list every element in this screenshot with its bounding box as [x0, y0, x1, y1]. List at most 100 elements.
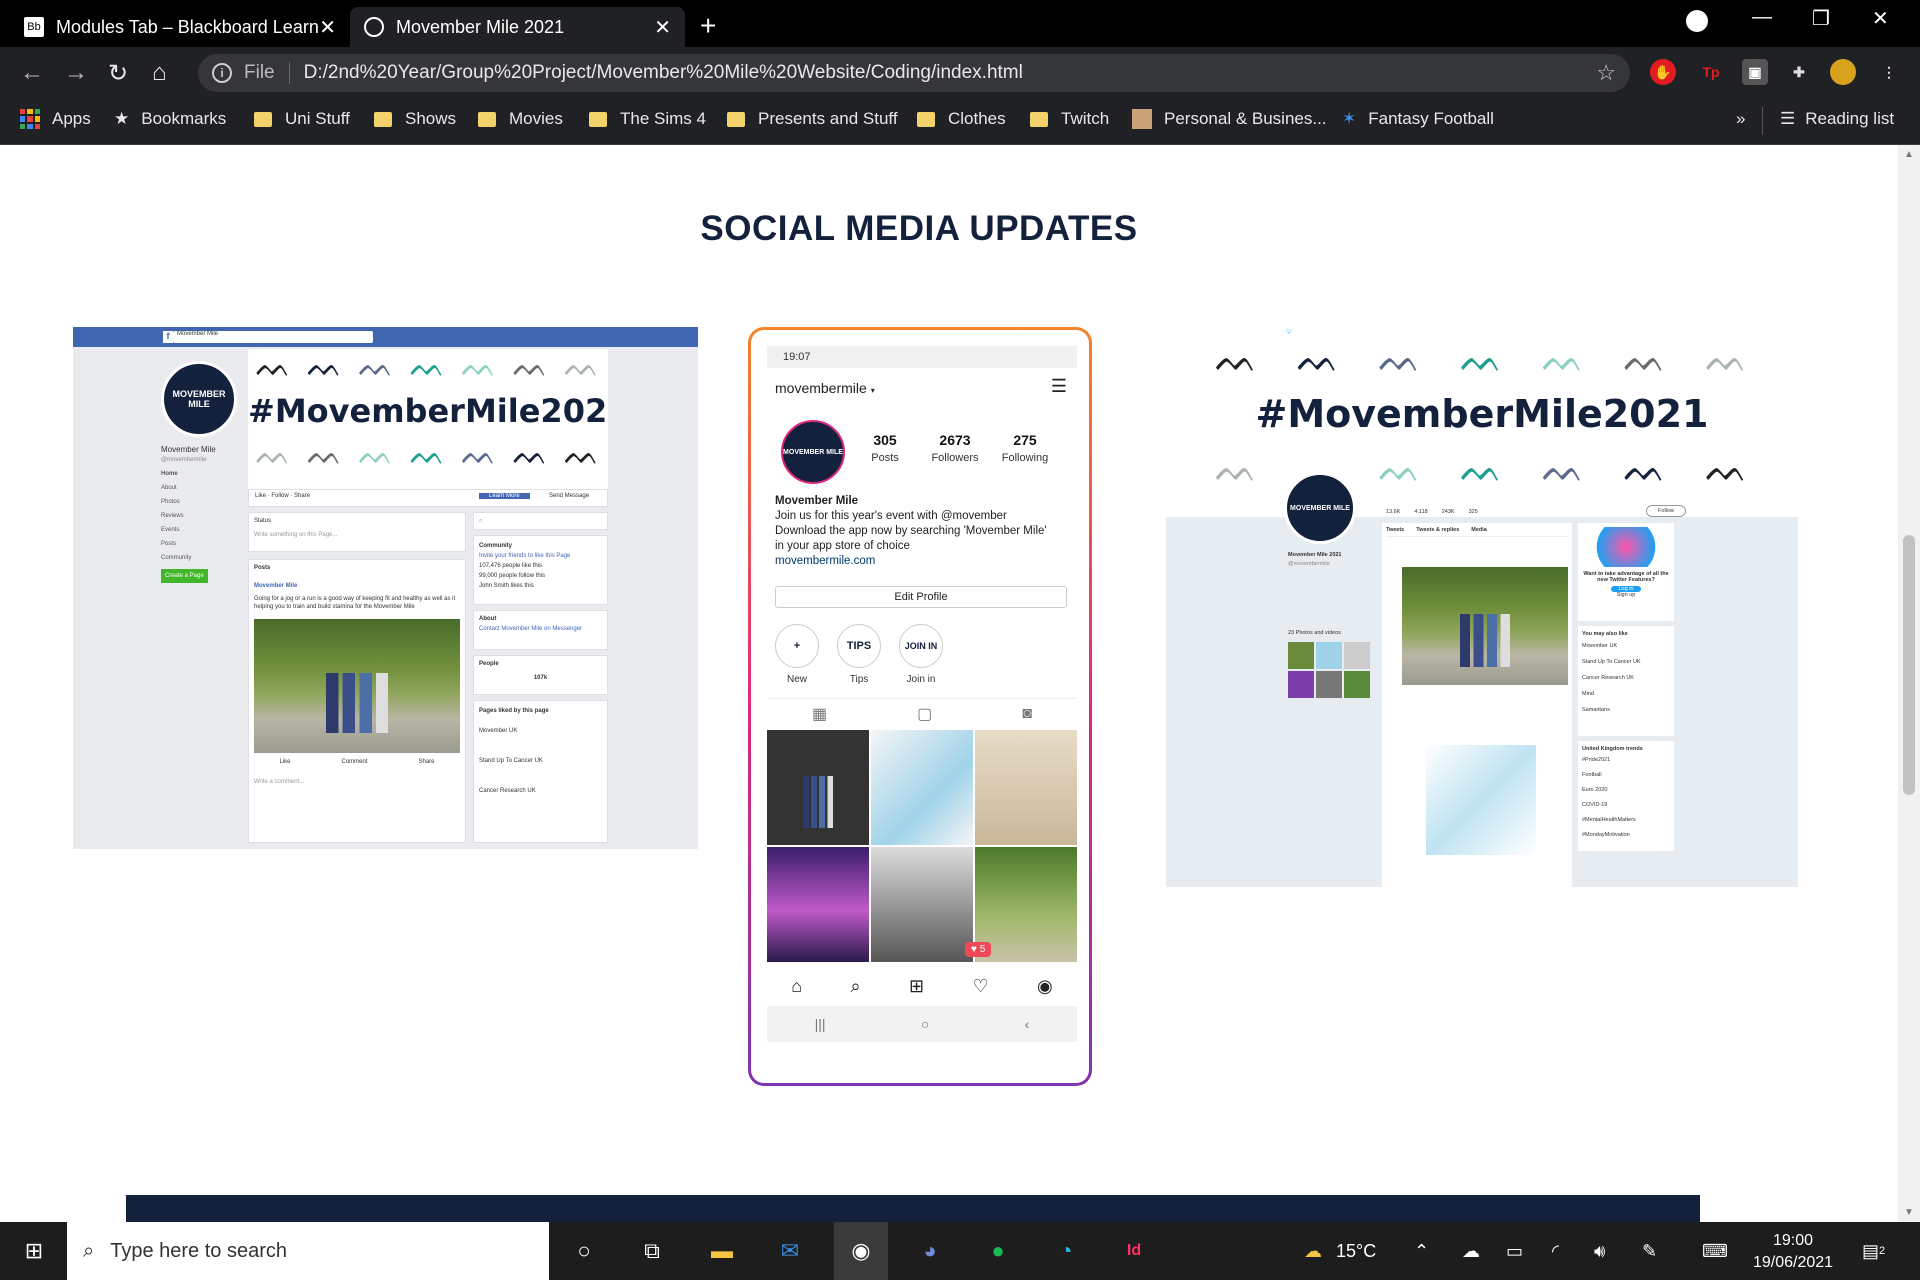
instagram-profile-tabs: ▦ ▢ ◙ [767, 698, 1077, 728]
bookmark-bookmarks[interactable]: ★ Bookmarks [114, 109, 226, 129]
android-back-icon: ‹ [1024, 1016, 1030, 1032]
bookmark-label: Movies [509, 109, 563, 128]
bookmark-apps[interactable]: Apps [20, 109, 91, 129]
task-view-icon[interactable]: ⧉ [636, 1236, 668, 1266]
url-text[interactable]: D:/2nd%20Year/Group%20Project/Movember%2… [304, 62, 1023, 84]
address-bar[interactable]: i File D:/2nd%20Year/Group%20Project/Mov… [198, 54, 1630, 92]
instagram-screenshot: 19:07 movembermile ▾ ☰ MOVEMBER MILE 305… [748, 327, 1092, 1086]
web-page: SOCIAL MEDIA UPDATES f Movember Mile MOV… [0, 145, 1898, 1222]
minimize-button[interactable]: — [1752, 6, 1772, 29]
taskbar-clock[interactable]: 19:00 19/06/2021 [1738, 1230, 1848, 1274]
profile-avatar[interactable] [1830, 59, 1856, 85]
bookmark-label: Twitch [1061, 109, 1110, 128]
chrome-icon[interactable]: ◉ [834, 1222, 888, 1280]
twitter-trends-card: United Kingdom trends #Pride2021 Footbal… [1578, 741, 1674, 851]
bookmark-movies[interactable]: Movies [478, 109, 563, 129]
bookmarks-overflow-button[interactable]: » [1736, 109, 1745, 129]
battery-icon[interactable]: ▭ [1506, 1222, 1523, 1280]
edge-icon[interactable]: ◔ [1050, 1236, 1082, 1266]
moustache-icon: ᨓ [461, 438, 498, 471]
bookmark-the-sims-4[interactable]: The Sims 4 [589, 109, 706, 129]
indesign-icon[interactable]: Id [1118, 1236, 1150, 1266]
bookmark-twitch[interactable]: Twitch [1030, 109, 1109, 129]
scroll-up-icon[interactable]: ▲ [1904, 149, 1914, 160]
volume-icon[interactable]: 🔊︎ [1594, 1222, 1605, 1280]
username-text: movembermile [775, 380, 867, 396]
folder-icon [374, 111, 392, 127]
reading-list-icon: ☰ [1780, 109, 1796, 128]
taskbar-search[interactable]: ⌕ Type here to search [67, 1222, 549, 1280]
bookmark-personal-business[interactable]: Personal & Busines... [1132, 109, 1327, 129]
folder-icon [1030, 111, 1048, 127]
tp-extension-icon[interactable]: Tp [1698, 59, 1724, 85]
mail-icon[interactable]: ✉ [774, 1236, 806, 1266]
facebook-cover: ᨓᨓᨓᨓᨓᨓᨓ #MovemberMile2021 ᨓᨓᨓᨓᨓᨓᨓ [248, 349, 608, 489]
onedrive-icon[interactable]: ☁ [1462, 1222, 1480, 1280]
puzzle-extensions-icon[interactable]: ✚ [1786, 59, 1812, 85]
plus-icon: + [775, 624, 819, 668]
restore-button[interactable]: ❐ [1812, 6, 1830, 31]
bookmark-shows[interactable]: Shows [374, 109, 456, 129]
tab-blackboard[interactable]: Bb Modules Tab – Blackboard Learn ✕ [10, 7, 350, 47]
windows-start-icon[interactable]: ⊞ [18, 1236, 50, 1266]
menu-kebab-icon[interactable]: ⋮ [1876, 59, 1902, 85]
reading-list-button[interactable]: ☰ Reading list [1780, 109, 1894, 129]
new-tab-button[interactable]: + [700, 10, 716, 42]
tab-movember-mile[interactable]: Movember Mile 2021 ✕ [350, 7, 685, 47]
twitter-timeline: Tweets Tweets & replies Media [1382, 523, 1572, 887]
twitter-handle: @movembermile [1288, 561, 1330, 567]
moustache-icon: ᨓ [1215, 338, 1259, 379]
bookmark-label: Clothes [948, 109, 1006, 128]
bookmark-uni-stuff[interactable]: Uni Stuff [254, 109, 350, 129]
scroll-down-icon[interactable]: ▼ [1904, 1207, 1914, 1218]
following-stat: 275 Following [995, 432, 1055, 464]
reload-button[interactable]: ↻ [108, 59, 128, 88]
moustache-icon: ᨓ [1623, 448, 1667, 489]
highlight-new: + New [775, 624, 819, 685]
bookmark-star-icon[interactable]: ☆ [1596, 60, 1616, 86]
also-like-title: You may also like [1582, 631, 1628, 637]
highlight-label: Join in [906, 674, 936, 685]
highlight-join-in: JOIN IN Join in [899, 624, 943, 685]
suggested-account: Samaritans [1582, 707, 1610, 713]
cortana-icon[interactable]: ○ [568, 1236, 600, 1266]
liked-page: Movember UK [479, 728, 518, 734]
twitter-media-thumbs [1288, 642, 1370, 698]
moustache-icon: ᨓ [307, 350, 344, 383]
bookmark-fantasy-football[interactable]: ✶ Fantasy Football [1342, 109, 1494, 129]
close-tab-icon[interactable]: ✕ [654, 15, 671, 40]
pen-icon[interactable]: ✎ [1642, 1222, 1657, 1280]
twitter-cover: ᨓᨓᨓᨓᨓᨓᨓ #MovemberMile2021 ᨓᨓᨓᨓᨓᨓᨓ [1166, 339, 1798, 517]
status-label: Status [254, 518, 272, 524]
keyboard-icon[interactable]: ⌨ [1702, 1222, 1728, 1280]
show-hidden-icons[interactable]: ⌃ [1414, 1222, 1429, 1280]
discord-icon[interactable]: ◕ [914, 1236, 946, 1266]
page-scrollbar[interactable]: ▲ ▼ [1898, 145, 1920, 1222]
twitter-stats: 13.6K 4,118 243K 325 [1382, 505, 1582, 517]
file-explorer-icon[interactable]: ▬ [706, 1236, 738, 1266]
extension-icon[interactable]: ▣ [1742, 59, 1768, 85]
home-button[interactable]: ⌂ [152, 59, 167, 87]
bookmark-clothes[interactable]: Clothes [917, 109, 1006, 129]
spotify-icon[interactable]: ● [982, 1236, 1014, 1266]
back-button[interactable]: ← [20, 59, 44, 87]
close-tab-icon[interactable]: ✕ [319, 15, 336, 40]
close-window-button[interactable]: ✕ [1872, 6, 1889, 31]
apps-grid-icon [20, 109, 40, 129]
clock-date: 19/06/2021 [1752, 1254, 1834, 1271]
profile-dropdown-icon[interactable] [1686, 10, 1708, 32]
weather-widget[interactable]: ☁ 15°C [1304, 1222, 1376, 1280]
stat-value: 305 [873, 432, 897, 448]
instagram-photo-grid [767, 730, 1077, 962]
forward-button[interactable]: → [64, 59, 88, 87]
facebook-action-bar: Like · Follow · Share Learn More Send Me… [248, 489, 608, 507]
scrollbar-thumb[interactable] [1903, 535, 1915, 795]
info-icon[interactable]: i [212, 63, 232, 83]
bookmark-presents[interactable]: Presents and Stuff [727, 109, 898, 129]
weather-temp: 15°C [1336, 1240, 1377, 1261]
adblock-extension-icon[interactable]: ✋ [1650, 59, 1676, 85]
wifi-icon[interactable]: ◜ [1552, 1222, 1559, 1280]
notifications-icon[interactable]: ▤ 2 [1862, 1222, 1885, 1280]
search-placeholder: Type here to search [110, 1239, 287, 1262]
share-action: Share [418, 759, 435, 765]
